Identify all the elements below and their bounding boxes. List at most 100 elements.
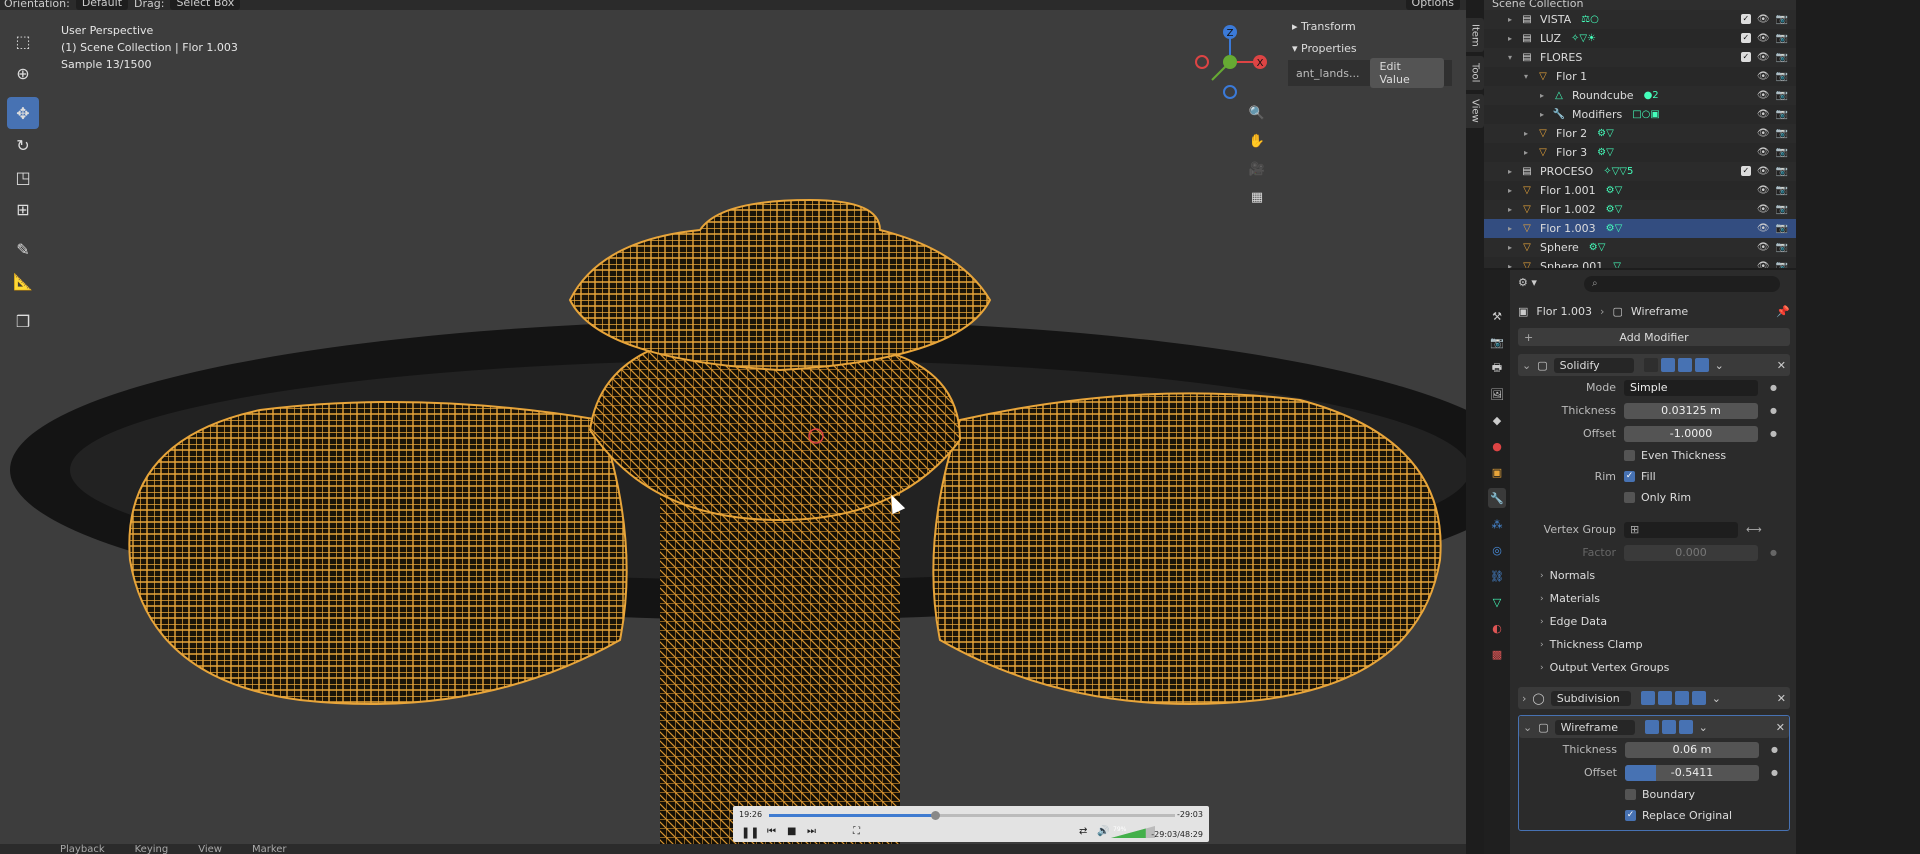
replace-original-checkbox[interactable]: ✓ <box>1625 810 1636 821</box>
chevron-right-icon[interactable]: › <box>1522 692 1526 705</box>
wf-thickness-field[interactable]: 0.06 m <box>1625 741 1759 758</box>
tab-view[interactable]: View <box>1466 94 1484 128</box>
3d-viewport[interactable]: Orientation: Default Drag: Select Box Op… <box>0 0 1466 854</box>
keyframe-dot[interactable]: ● <box>1770 548 1777 557</box>
subpanel-thickness-clamp[interactable]: › Thickness Clamp <box>1518 633 1790 656</box>
eye-icon[interactable]: 👁 <box>1757 128 1770 139</box>
camera-button[interactable]: 🎥 <box>1244 156 1270 182</box>
render-display-icon[interactable] <box>1678 720 1693 734</box>
stop-icon[interactable]: ■ <box>787 826 796 837</box>
options-dropdown[interactable]: Options <box>1405 0 1460 10</box>
outliner-row[interactable]: ▸ ▽ Sphere ⚙▽ 👁 📷 <box>1484 238 1796 257</box>
marker-menu[interactable]: Marker <box>252 844 287 854</box>
camera-icon[interactable]: 📷 <box>1776 147 1788 158</box>
keying-menu[interactable]: Keying <box>135 844 169 854</box>
rim-fill-row[interactable]: Rim ✓ Fill <box>1518 466 1790 487</box>
outliner-row[interactable]: ▸ ▽ Flor 3 ⚙▽ 👁 📷 <box>1484 143 1796 162</box>
expand-icon[interactable]: ▸ <box>1540 110 1552 119</box>
subpanel-output-vertex-groups[interactable]: › Output Vertex Groups <box>1518 656 1790 679</box>
exclude-checkbox[interactable]: ✓ <box>1740 33 1751 43</box>
dropdown-icon[interactable]: ⌄ <box>1715 359 1724 372</box>
camera-icon[interactable]: 📷 <box>1776 223 1788 234</box>
tab-item[interactable]: Item <box>1466 18 1484 52</box>
render-display-icon[interactable] <box>1691 691 1706 705</box>
data-tab[interactable]: ▽ <box>1488 592 1506 612</box>
outliner-row[interactable]: ▸ ▽ Flor 1.003 ⚙▽ 👁 📷 <box>1484 219 1796 238</box>
outliner-row[interactable]: ▸ ▽ Flor 2 ⚙▽ 👁 📷 <box>1484 124 1796 143</box>
view-layer-tab[interactable]: 🖼 <box>1488 384 1506 404</box>
only-rim-checkbox[interactable] <box>1624 492 1635 503</box>
keyframe-dot[interactable]: ● <box>1770 383 1777 392</box>
camera-icon[interactable]: 📷 <box>1776 128 1788 139</box>
subdivision-header[interactable]: › ◯ Subdivision ⌄ ✕ <box>1518 687 1790 709</box>
expand-icon[interactable]: ▸ <box>1508 34 1520 43</box>
drag-dropdown[interactable]: Select Box <box>170 0 241 10</box>
eye-icon[interactable]: 👁 <box>1757 223 1770 234</box>
select-box-tool[interactable]: ⬚ <box>7 25 39 57</box>
solidify-header[interactable]: ⌄ ▢ Solidify ⌄ ✕ <box>1518 354 1790 376</box>
navigation-gizmo[interactable]: Z X <box>1192 22 1272 102</box>
outliner-row[interactable]: ▸ 🔧 Modifiers □○▣ 👁 📷 <box>1484 105 1796 124</box>
camera-icon[interactable]: 📷 <box>1776 90 1788 101</box>
cursor-tool[interactable]: ⊕ <box>7 57 39 89</box>
edit-mode-icon[interactable] <box>1657 691 1672 705</box>
outliner-row[interactable]: ▸ ▤ PROCESO ✧▽▽5 ✓ 👁 📷 <box>1484 162 1796 181</box>
expand-icon[interactable]: ▸ <box>1508 243 1520 252</box>
invert-icon[interactable]: ⟷ <box>1746 523 1762 536</box>
outliner-row[interactable]: ▾ ▽ Flor 1 👁 📷 <box>1484 67 1796 86</box>
wireframe-header[interactable]: ⌄ ▢ Wireframe ⌄ ✕ <box>1519 716 1789 738</box>
object-tab[interactable]: ▣ <box>1488 462 1506 482</box>
eye-icon[interactable]: 👁 <box>1757 33 1770 44</box>
exclude-checkbox[interactable]: ✓ <box>1740 166 1751 176</box>
loop-icon[interactable]: ⇄ <box>1079 826 1087 837</box>
properties-panel-header[interactable]: ▾ Properties <box>1288 38 1452 60</box>
even-thickness-row[interactable]: Even Thickness <box>1518 445 1790 466</box>
measure-tool[interactable]: 📐 <box>7 265 39 297</box>
expand-icon[interactable]: ▸ <box>1508 186 1520 195</box>
wf-offset-slider[interactable]: -0.5411 <box>1625 764 1759 781</box>
eye-icon[interactable]: 👁 <box>1757 109 1770 120</box>
player-seek-bar[interactable] <box>769 811 1175 820</box>
tab-tool[interactable]: Tool <box>1466 56 1484 90</box>
properties-search[interactable]: ⌕ <box>1584 276 1780 292</box>
offset-field[interactable]: -1.0000 <box>1624 425 1758 442</box>
gizmo-y-axis[interactable] <box>1223 55 1237 69</box>
eye-icon[interactable]: 👁 <box>1757 52 1770 63</box>
edit-mode-icon[interactable] <box>1644 720 1659 734</box>
eye-icon[interactable]: 👁 <box>1757 14 1770 25</box>
prev-icon[interactable]: ⏮ <box>767 826 776 837</box>
subpanel-edge-data[interactable]: › Edge Data <box>1518 610 1790 633</box>
mode-dropdown[interactable]: Simple <box>1624 379 1758 396</box>
move-tool[interactable]: ✥ <box>7 97 39 129</box>
exclude-checkbox[interactable]: ✓ <box>1740 52 1751 62</box>
boundary-checkbox[interactable] <box>1625 789 1636 800</box>
thickness-field[interactable]: 0.03125 m <box>1624 402 1758 419</box>
camera-icon[interactable]: 📷 <box>1776 52 1788 63</box>
outliner-row[interactable]: ▸ ▽ Sphere.001 ▽ 👁 📷 <box>1484 257 1796 268</box>
camera-icon[interactable]: 📷 <box>1776 109 1788 120</box>
solidify-name-field[interactable]: Solidify <box>1553 357 1634 373</box>
orientation-dropdown[interactable]: Default <box>75 0 129 10</box>
subpanel-materials[interactable]: › Materials <box>1518 587 1790 610</box>
outliner-row[interactable]: ▸ ▽ Flor 1.002 ⚙▽ 👁 📷 <box>1484 200 1796 219</box>
wireframe-name-field[interactable]: Wireframe <box>1554 719 1635 735</box>
expand-icon[interactable]: ▸ <box>1508 262 1520 268</box>
outliner[interactable]: Scene Collection ▸ ▤ VISTA ⚖○ ✓ 👁 📷 ▸ ▤ LUZ ✧▽☀ ✓ 👁 📷… <box>1484 0 1796 268</box>
playback-menu[interactable]: Playback <box>60 844 105 854</box>
tool-tab[interactable]: ⚒ <box>1488 306 1506 326</box>
expand-icon[interactable]: ▸ <box>1540 91 1552 100</box>
camera-icon[interactable]: 📷 <box>1776 166 1788 177</box>
pan-button[interactable]: ✋ <box>1244 128 1270 154</box>
eye-icon[interactable]: 👁 <box>1757 71 1770 82</box>
dropdown-icon[interactable]: ⌄ <box>1699 721 1708 734</box>
physics-tab[interactable]: ◎ <box>1488 540 1506 560</box>
keyframe-dot[interactable]: ● <box>1771 745 1778 754</box>
eye-icon[interactable]: 👁 <box>1757 147 1770 158</box>
ortho-toggle-button[interactable]: ▦ <box>1244 184 1270 210</box>
player-seek-knob[interactable] <box>931 811 941 820</box>
properties-editor[interactable]: ⚒ 📷 🖶 🖼 ◆ ● ▣ 🔧 ⁂ ◎ ⛓ ▽ ◐ ▩ ⚙ ▾ ⌕ ▣ Flor… <box>1484 270 1796 854</box>
pin-icon[interactable]: 📌 <box>1776 305 1790 318</box>
camera-icon[interactable]: 📷 <box>1776 71 1788 82</box>
media-player-overlay[interactable]: 19:26 -29:03 ❚❚ ⏮ ■ ⏭ ⛶ ⇄ 🔊 79% -29:03/4… <box>733 806 1209 842</box>
camera-icon[interactable]: 📷 <box>1776 14 1788 25</box>
